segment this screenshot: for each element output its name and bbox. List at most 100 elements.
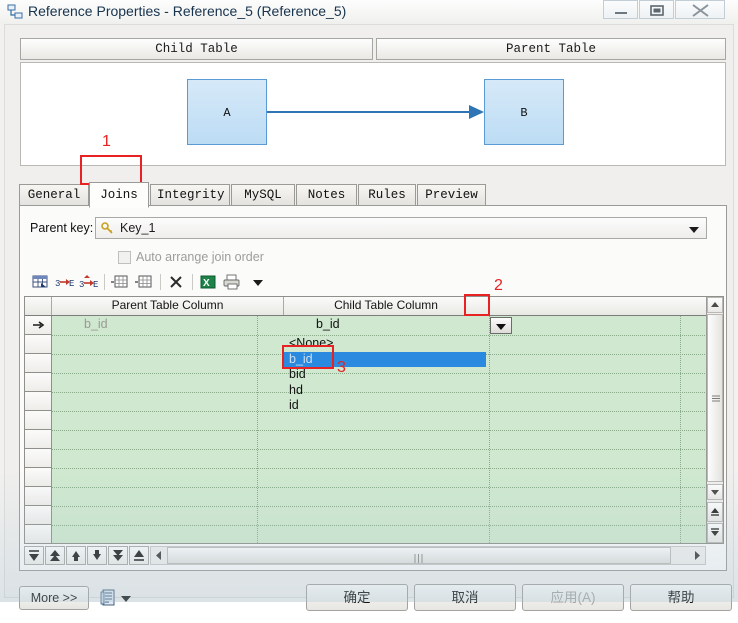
last-record-button[interactable] [129, 546, 149, 565]
scroll-down-button[interactable] [707, 484, 723, 500]
row-header[interactable] [25, 354, 52, 373]
svg-text:3: 3 [79, 280, 84, 290]
tab-mysql[interactable]: MySQL [231, 184, 295, 206]
reference-properties-window: Reference Properties - Reference_5 (Refe… [0, 0, 738, 611]
dropdown-item-id[interactable]: id [284, 398, 486, 414]
tab-rules[interactable]: Rules [358, 184, 416, 206]
vertical-scrollbar-thumb[interactable] [707, 314, 723, 482]
window-title: Reference Properties - Reference_5 (Refe… [28, 3, 347, 19]
dropdown-item-hd[interactable]: hd [284, 383, 486, 399]
child-column-dropdown-list[interactable]: <None> b_id bid hd id [284, 336, 486, 414]
relationship-line [267, 111, 479, 113]
ok-button[interactable]: 确定 [306, 584, 408, 611]
cancel-button[interactable]: 取消 [414, 584, 516, 611]
grid-row-separator [52, 506, 707, 507]
column-header-child-table-column[interactable]: Child Table Column [284, 297, 489, 315]
row-header[interactable] [25, 335, 52, 354]
row-header[interactable] [25, 316, 52, 335]
reference-properties-icon [6, 3, 24, 21]
grid-properties-icon[interactable] [30, 272, 50, 292]
chevron-down-icon[interactable] [121, 596, 131, 602]
scroll-page-up-button[interactable] [707, 502, 723, 522]
help-button[interactable]: 帮助 [630, 584, 732, 611]
grid-toolbar: 3 E 3 E X [24, 272, 724, 294]
insert-row-after-icon[interactable]: 3 E [78, 272, 98, 292]
row-header[interactable] [25, 373, 52, 392]
child-column-dropdown-button[interactable] [490, 317, 512, 334]
tab-joins[interactable]: Joins [89, 182, 149, 208]
row-header[interactable] [25, 487, 52, 506]
maximize-button[interactable] [639, 0, 674, 19]
row-header[interactable] [25, 525, 52, 543]
print-icon[interactable] [222, 272, 242, 292]
dialog-body: Child Table Parent Table A B General Joi… [4, 24, 734, 611]
previous-page-button[interactable] [45, 546, 65, 565]
grid-row-separator [52, 468, 707, 469]
parent-table-caption: Parent Table [376, 38, 726, 60]
svg-text:E: E [93, 280, 98, 290]
tab-general[interactable]: General [19, 184, 89, 206]
toolbar-separator-2 [160, 274, 161, 290]
cell-parent-table-column[interactable]: b_id [84, 317, 108, 331]
grid-row-separator [52, 430, 707, 431]
previous-record-button[interactable] [66, 546, 86, 565]
toolbar-separator-3 [192, 274, 193, 290]
excel-export-icon[interactable]: X [198, 272, 218, 292]
duplicate-record-icon[interactable] [134, 272, 154, 292]
grid-row-separator [52, 487, 707, 488]
checkbox-box[interactable] [118, 251, 131, 264]
title-bar: Reference Properties - Reference_5 (Refe… [0, 0, 738, 24]
next-page-button[interactable] [108, 546, 128, 565]
dropdown-caret-icon[interactable] [248, 272, 268, 292]
key-icon [101, 222, 114, 235]
scroll-page-down-button[interactable] [707, 523, 723, 543]
child-table-caption: Child Table [20, 38, 373, 60]
script-icon[interactable] [100, 589, 116, 607]
grid-corner-header [25, 297, 52, 315]
svg-text:E: E [69, 279, 74, 289]
add-record-icon[interactable] [110, 272, 130, 292]
column-header-parent-table-column[interactable]: Parent Table Column [52, 297, 284, 315]
relationship-diagram: A B [20, 62, 726, 166]
current-row-arrow-icon [33, 320, 45, 331]
parent-key-combobox[interactable]: Key_1 [95, 217, 707, 239]
child-entity-box[interactable]: A [187, 79, 267, 145]
horizontal-scrollbar[interactable] [150, 546, 706, 565]
chevron-down-icon[interactable] [689, 227, 699, 233]
first-record-button[interactable] [24, 546, 44, 565]
row-header[interactable] [25, 468, 52, 487]
dropdown-item-bid[interactable]: bid [284, 367, 486, 383]
close-button[interactable] [675, 0, 725, 19]
apply-button: 应用(A) [522, 584, 624, 611]
more-button[interactable]: More >> [19, 586, 89, 610]
horizontal-scrollbar-thumb[interactable] [167, 547, 671, 564]
scroll-up-button[interactable] [707, 297, 723, 313]
row-header[interactable] [25, 411, 52, 430]
tab-notes[interactable]: Notes [296, 184, 357, 206]
delete-icon[interactable] [166, 272, 186, 292]
vertical-scrollbar[interactable] [706, 297, 723, 543]
row-header[interactable] [25, 449, 52, 468]
parent-entity-box[interactable]: B [484, 79, 564, 145]
scroll-left-button[interactable] [151, 547, 166, 564]
joins-panel: Parent key: Key_1 Auto arrange join orde… [19, 205, 727, 571]
minimize-button[interactable] [603, 0, 638, 19]
parent-key-label: Parent key: [30, 221, 94, 235]
row-header[interactable] [25, 506, 52, 525]
svg-text:X: X [203, 278, 210, 289]
cell-child-table-column[interactable]: b_id [316, 317, 340, 331]
next-record-button[interactable] [87, 546, 107, 565]
dialog-footer: More >> 确定 取消 应用(A) 帮助 [5, 575, 733, 623]
grid-row-separator [52, 525, 707, 526]
grid-row-separator [52, 449, 707, 450]
table-row[interactable]: b_id b_id [52, 316, 707, 336]
chevron-down-icon [496, 324, 506, 330]
insert-row-before-icon[interactable]: 3 E [54, 272, 74, 292]
dropdown-item-b_id[interactable]: b_id [284, 351, 486, 368]
row-header[interactable] [25, 430, 52, 449]
scroll-right-button[interactable] [690, 547, 705, 564]
tab-integrity[interactable]: Integrity [150, 184, 230, 206]
dropdown-item-none[interactable]: <None> [284, 336, 486, 352]
row-header[interactable] [25, 392, 52, 411]
tab-preview[interactable]: Preview [417, 184, 486, 206]
